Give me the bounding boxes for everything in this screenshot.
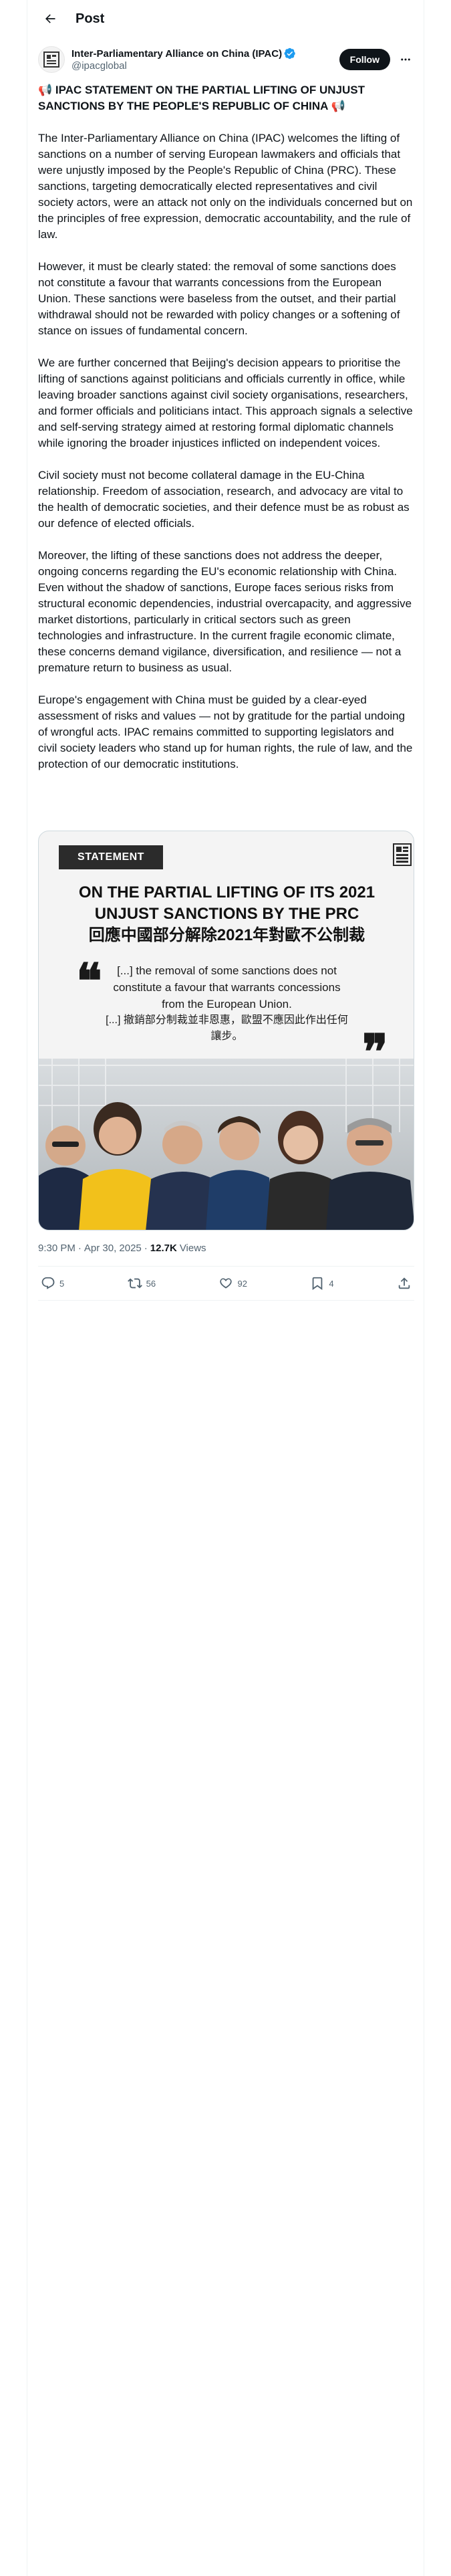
author-info: Inter-Parliamentary Alliance on China (I… — [71, 47, 339, 72]
quote-english: [...] the removal of some sanctions does… — [113, 964, 341, 1010]
page-title: Post — [76, 11, 105, 26]
author-row: Inter-Parliamentary Alliance on China (I… — [38, 44, 414, 75]
like-button[interactable]: 92 — [218, 1276, 247, 1291]
repost-icon — [127, 1278, 142, 1289]
views-count: 12.7K — [150, 1243, 177, 1254]
arrow-left-icon — [45, 14, 55, 23]
reply-button[interactable]: 5 — [41, 1276, 64, 1291]
post-paragraph-3: We are further concerned that Beijing's … — [38, 356, 413, 449]
back-button[interactable] — [38, 7, 62, 31]
repost-count: 56 — [146, 1278, 156, 1289]
bookmark-icon — [313, 1277, 323, 1290]
avatar[interactable] — [38, 46, 65, 73]
more-horizontal-icon — [401, 58, 410, 61]
open-quote-icon: ❝ — [76, 952, 102, 1009]
display-name-wrap[interactable]: Inter-Parliamentary Alliance on China (I… — [71, 47, 339, 60]
heart-icon — [220, 1278, 233, 1289]
handle[interactable]: @ipacglobal — [71, 60, 339, 72]
post-date[interactable]: Apr 30, 2025 — [84, 1243, 142, 1254]
divider-top — [38, 1266, 414, 1267]
meta-separator: · — [78, 1243, 82, 1254]
meta-separator-2: · — [144, 1243, 148, 1254]
post-meta: 9:30 PM · Apr 30, 2025 · 12.7K Views — [38, 1243, 414, 1254]
reply-icon — [41, 1277, 55, 1289]
quote-chinese: [...] 撤銷部分制裁並非恩惠，歐盟不應因此作出任何讓步。 — [106, 1014, 348, 1042]
ipac-avatar-icon — [43, 51, 59, 68]
post-text: 📢 IPAC STATEMENT ON THE PARTIAL LIFTING … — [38, 82, 414, 772]
share-icon — [398, 1277, 410, 1289]
post-paragraph-6: Europe's engagement with China must be g… — [38, 693, 413, 770]
group-photo-icon — [39, 1059, 414, 1230]
views-label: Views — [179, 1243, 206, 1254]
post-column: Post Inter-Parliamentary Alliance on Chi… — [27, 0, 424, 2576]
reply-count: 5 — [59, 1278, 65, 1289]
follow-button[interactable]: Follow — [339, 49, 390, 70]
repost-button[interactable]: 56 — [127, 1276, 156, 1291]
image-heading-english: ON THE PARTIAL LIFTING OF ITS 2021 UNJUS… — [78, 883, 375, 923]
post-image[interactable]: STATEMENT ON THE PARTIAL LIFTING OF ITS … — [38, 831, 414, 1230]
post-paragraph-5: Moreover, the lifting of these sanctions… — [38, 549, 412, 674]
like-count: 92 — [237, 1278, 247, 1289]
post-paragraph-4: Civil society must not become collateral… — [38, 469, 410, 530]
ipac-logo-icon — [393, 843, 412, 866]
image-heading-chinese: 回應中國部分解除2021年對歐不公制裁 — [88, 926, 365, 944]
post-heading: 📢 IPAC STATEMENT ON THE PARTIAL LIFTING … — [38, 84, 365, 112]
bookmark-button[interactable]: 4 — [310, 1276, 334, 1291]
post-paragraph-2: However, it must be clearly stated: the … — [38, 260, 400, 337]
header-bar: Post — [27, 0, 425, 37]
post-paragraph-1: The Inter-Parliamentary Alliance on Chin… — [38, 132, 413, 241]
bookmark-count: 4 — [329, 1278, 334, 1289]
post-time[interactable]: 9:30 PM — [38, 1243, 76, 1254]
action-bar: 5 56 92 4 — [38, 1267, 414, 1299]
display-name[interactable]: Inter-Parliamentary Alliance on China (I… — [71, 48, 282, 60]
share-button[interactable] — [397, 1276, 412, 1291]
more-button[interactable] — [397, 51, 414, 68]
statement-tag: STATEMENT — [59, 845, 163, 869]
divider-bottom — [38, 1300, 414, 1301]
verified-badge-icon — [284, 47, 295, 60]
